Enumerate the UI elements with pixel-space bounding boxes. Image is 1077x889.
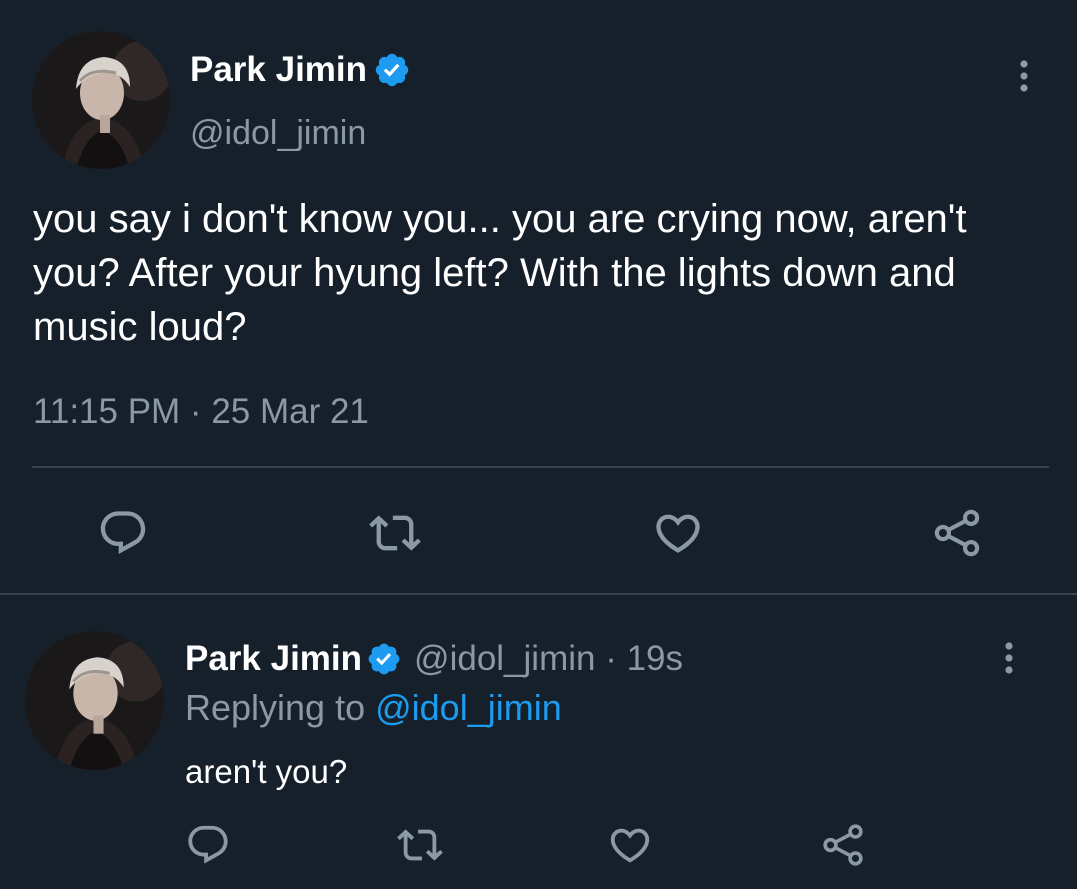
reply-like-button[interactable] xyxy=(607,822,653,868)
verified-badge-icon xyxy=(366,641,402,677)
reply-header: Park Jimin @idol_jimin · 19s xyxy=(185,637,683,681)
more-options-button[interactable] xyxy=(1012,58,1036,94)
author-avatar[interactable] xyxy=(32,31,170,169)
reply-more-options-button[interactable] xyxy=(997,640,1021,676)
verified-badge-icon xyxy=(373,51,411,89)
retweet-icon xyxy=(397,829,443,861)
share-button[interactable] xyxy=(931,507,983,559)
author-handle[interactable]: @idol_jimin xyxy=(190,113,366,153)
section-divider xyxy=(0,593,1077,595)
tweet-text: you say i don't know you... you are cryi… xyxy=(33,197,967,349)
author-name-row[interactable]: Park Jimin xyxy=(190,50,411,90)
reply-retweet-button[interactable] xyxy=(397,822,443,868)
more-vertical-icon xyxy=(1005,642,1013,674)
replying-to-line: Replying to @idol_jimin xyxy=(185,686,562,730)
retweet-button[interactable] xyxy=(369,507,421,559)
tweet-timestamp[interactable]: 11:15 PM · 25 Mar 21 xyxy=(33,392,369,432)
like-button[interactable] xyxy=(652,507,704,559)
heart-icon xyxy=(656,514,700,553)
reply-icon xyxy=(100,511,146,555)
share-icon xyxy=(934,509,980,557)
heart-icon xyxy=(610,828,650,863)
reply-icon xyxy=(188,825,228,864)
replying-to-label: Replying to xyxy=(185,687,376,728)
reply-share-button[interactable] xyxy=(820,822,866,868)
reply-button[interactable] xyxy=(97,507,149,559)
reply-author-name[interactable]: Park Jimin xyxy=(185,637,362,681)
divider xyxy=(32,466,1049,468)
avatar-image xyxy=(25,631,164,770)
retweet-icon xyxy=(369,515,421,551)
replying-to-mention[interactable]: @idol_jimin xyxy=(375,687,562,728)
avatar-image xyxy=(32,31,170,169)
author-name[interactable]: Park Jimin xyxy=(190,50,367,90)
reply-handle-time[interactable]: @idol_jimin · 19s xyxy=(414,637,683,681)
share-icon xyxy=(823,824,863,866)
reply-text: aren't you? xyxy=(185,753,348,790)
reply-author-avatar[interactable] xyxy=(25,631,164,770)
more-vertical-icon xyxy=(1020,60,1028,92)
reply-reply-button[interactable] xyxy=(185,822,231,868)
